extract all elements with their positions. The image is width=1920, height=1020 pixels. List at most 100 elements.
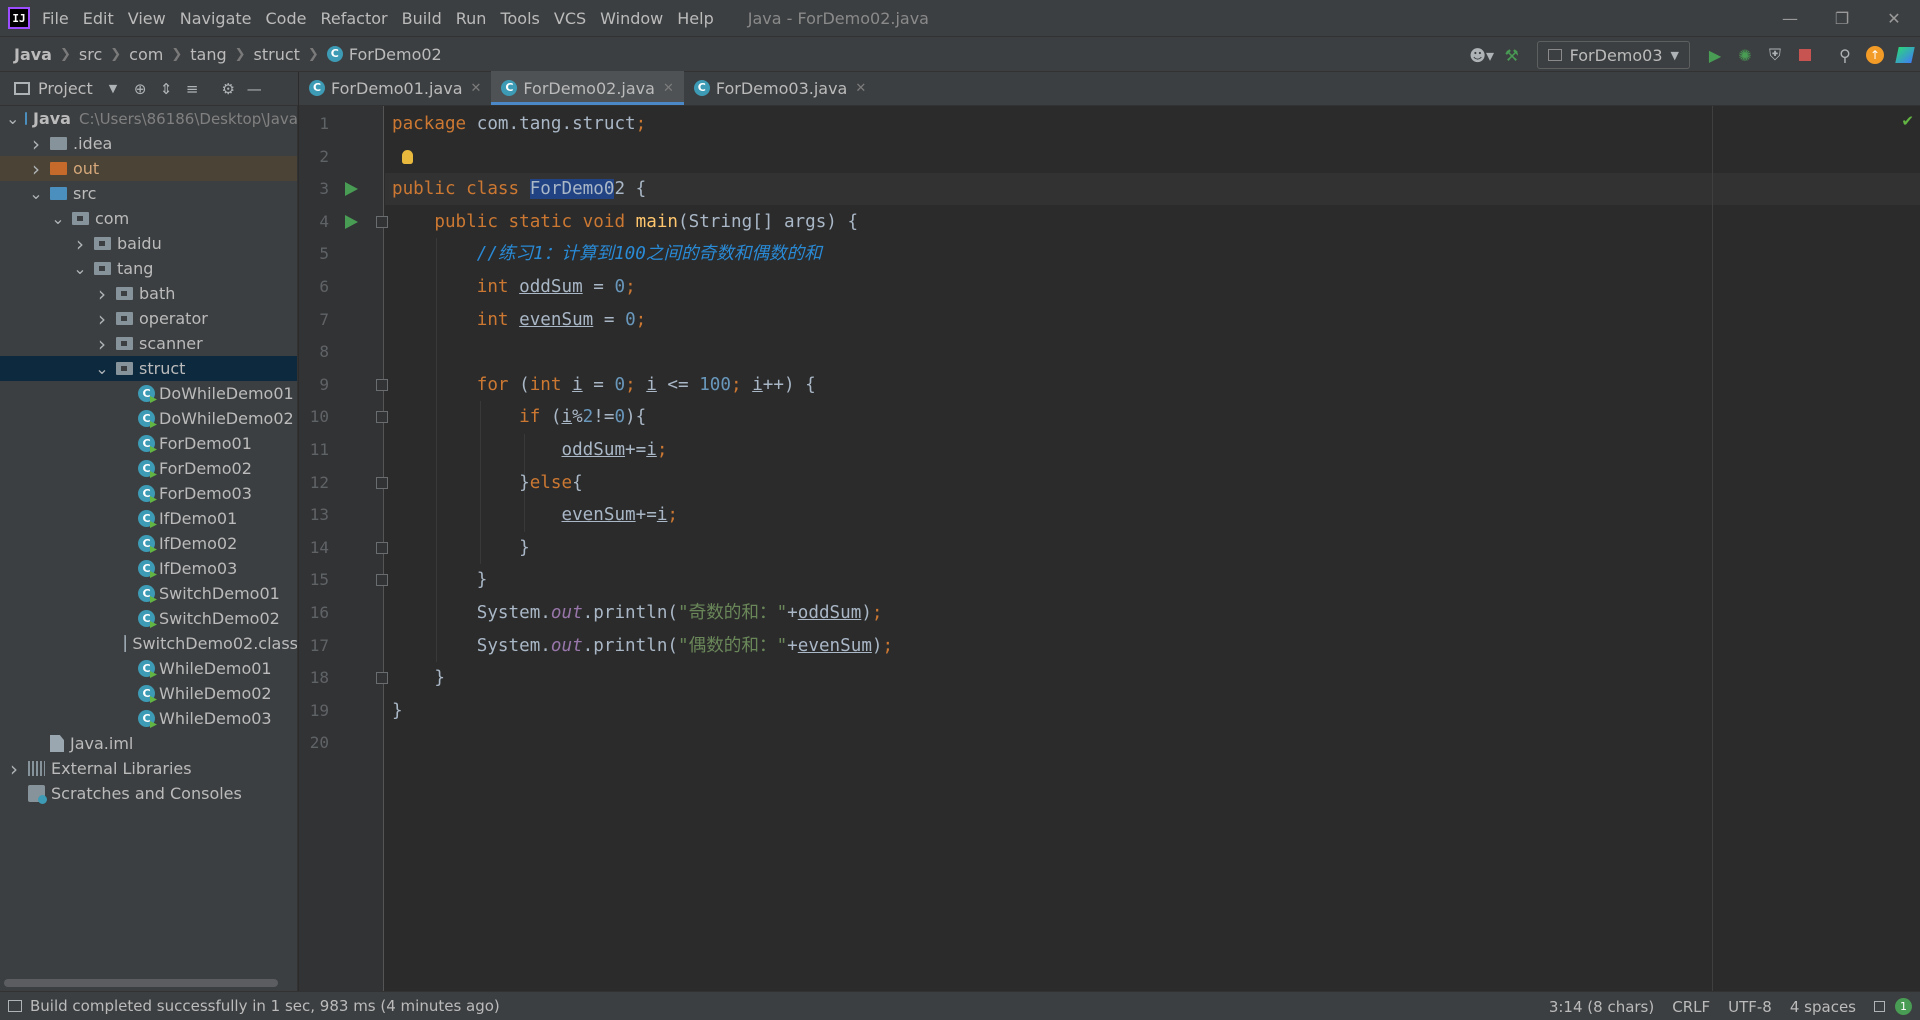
menu-view[interactable]: View: [128, 9, 166, 28]
close-icon[interactable]: ✕: [1868, 0, 1920, 36]
minimize-icon[interactable]: —: [1764, 0, 1816, 36]
chevron-right-icon[interactable]: ›: [94, 307, 110, 331]
locate-icon[interactable]: ⊕: [127, 76, 153, 102]
chevron-down-icon[interactable]: ▼: [109, 82, 117, 95]
tree-item[interactable]: › scanner: [0, 331, 297, 356]
breadcrumb-item[interactable]: src: [79, 45, 102, 64]
fold-icon[interactable]: [376, 574, 388, 587]
close-icon[interactable]: ✕: [471, 81, 482, 96]
gear-icon[interactable]: ⚙: [215, 76, 241, 102]
fold-icon[interactable]: [376, 476, 388, 489]
line-number[interactable]: 9: [299, 375, 329, 394]
line-number[interactable]: 8: [299, 342, 329, 361]
restore-icon[interactable]: ❐: [1816, 0, 1868, 36]
indent-setting[interactable]: 4 spaces: [1790, 998, 1856, 1016]
close-icon[interactable]: ✕: [855, 81, 866, 96]
line-number[interactable]: 19: [299, 701, 329, 720]
tree-item[interactable]: › bath: [0, 281, 297, 306]
caret-position[interactable]: 3:14 (8 chars): [1549, 998, 1654, 1016]
tree-item[interactable]: C IfDemo02: [0, 531, 297, 556]
fold-icon[interactable]: [376, 411, 388, 424]
menu-tools[interactable]: Tools: [500, 9, 539, 28]
line-separator[interactable]: CRLF: [1672, 998, 1710, 1016]
run-gutter-icon[interactable]: [345, 214, 358, 229]
tree-item[interactable]: ⌄ tang: [0, 256, 297, 281]
tool-window-toggle-icon[interactable]: [8, 1000, 22, 1012]
line-number[interactable]: 11: [299, 440, 329, 459]
chevron-down-icon[interactable]: ⌄: [50, 209, 66, 228]
inspection-ok-icon[interactable]: ✔: [1901, 112, 1914, 130]
breadcrumb-item[interactable]: ForDemo02: [349, 45, 442, 64]
menu-help[interactable]: Help: [677, 9, 713, 28]
chevron-right-icon[interactable]: ›: [94, 332, 110, 356]
line-number[interactable]: 20: [299, 733, 329, 752]
tree-item[interactable]: › .idea: [0, 131, 297, 156]
menu-run[interactable]: Run: [456, 9, 487, 28]
tree-item[interactable]: C WhileDemo03: [0, 706, 297, 731]
chevron-right-icon[interactable]: ›: [6, 757, 22, 781]
tree-item[interactable]: C IfDemo01: [0, 506, 297, 531]
tree-item[interactable]: C ForDemo02: [0, 456, 297, 481]
chevron-right-icon[interactable]: ›: [28, 132, 44, 156]
line-number[interactable]: 14: [299, 538, 329, 557]
tree-item[interactable]: › baidu: [0, 231, 297, 256]
build-hammer-icon[interactable]: ⚒: [1497, 40, 1527, 70]
fold-icon[interactable]: [376, 672, 388, 685]
menu-file[interactable]: File: [42, 9, 69, 28]
tree-item[interactable]: C ForDemo01: [0, 431, 297, 456]
tree-item[interactable]: Java.iml: [0, 731, 297, 756]
tree-item[interactable]: ⌄ struct: [0, 356, 297, 381]
tree-item[interactable]: ⌄ com: [0, 206, 297, 231]
tree-item[interactable]: C IfDemo03: [0, 556, 297, 581]
breadcrumb-item[interactable]: struct: [254, 45, 300, 64]
line-number[interactable]: 5: [299, 244, 329, 263]
tree-item[interactable]: C ForDemo03: [0, 481, 297, 506]
project-panel-title[interactable]: Project: [38, 79, 93, 98]
editor-tab[interactable]: C ForDemo01.java ✕: [299, 71, 491, 105]
breadcrumb-item[interactable]: tang: [190, 45, 226, 64]
lock-icon[interactable]: [1874, 1001, 1885, 1012]
tree-item[interactable]: C SwitchDemo02: [0, 606, 297, 631]
stop-icon[interactable]: [1790, 40, 1820, 70]
line-number[interactable]: 13: [299, 505, 329, 524]
tree-item[interactable]: Scratches and Consoles: [0, 781, 297, 806]
tree-item[interactable]: › out: [0, 156, 297, 181]
close-icon[interactable]: ✕: [663, 81, 674, 96]
line-number[interactable]: 15: [299, 570, 329, 589]
file-encoding[interactable]: UTF-8: [1728, 998, 1772, 1016]
menu-vcs[interactable]: VCS: [554, 9, 586, 28]
update-icon[interactable]: ↑: [1860, 40, 1890, 70]
breadcrumb-item[interactable]: com: [129, 45, 163, 64]
fold-icon[interactable]: [376, 378, 388, 391]
debug-icon[interactable]: ✺: [1730, 40, 1760, 70]
menu-build[interactable]: Build: [402, 9, 442, 28]
menu-navigate[interactable]: Navigate: [180, 9, 252, 28]
tree-item[interactable]: C DoWhileDemo02: [0, 406, 297, 431]
user-icon[interactable]: ☻▾: [1467, 40, 1497, 70]
tree-item[interactable]: C WhileDemo01: [0, 656, 297, 681]
chevron-right-icon[interactable]: ›: [72, 232, 88, 256]
collapse-all-icon[interactable]: ≡: [179, 76, 205, 102]
run-config-selector[interactable]: ForDemo03 ▼: [1536, 41, 1690, 69]
toolbox-icon[interactable]: [1890, 40, 1920, 70]
status-message[interactable]: Build completed successfully in 1 sec, 9…: [30, 997, 500, 1015]
chevron-down-icon[interactable]: ⌄: [28, 184, 44, 203]
tree-item[interactable]: SwitchDemo02.class: [0, 631, 297, 656]
intention-bulb-icon[interactable]: [402, 150, 413, 164]
chevron-down-icon[interactable]: ⌄: [6, 109, 19, 128]
tree-item[interactable]: C SwitchDemo01: [0, 581, 297, 606]
line-number[interactable]: 12: [299, 473, 329, 492]
tree-item[interactable]: C WhileDemo02: [0, 681, 297, 706]
coverage-icon[interactable]: ⛨: [1760, 40, 1790, 70]
fold-icon[interactable]: [376, 215, 388, 228]
line-number[interactable]: 16: [299, 603, 329, 622]
search-icon[interactable]: ⚲: [1830, 40, 1860, 70]
notifications-badge[interactable]: 1: [1895, 998, 1912, 1015]
expand-all-icon[interactable]: ⇕: [153, 76, 179, 102]
line-number[interactable]: 1: [299, 114, 329, 133]
run-gutter-icon[interactable]: [345, 182, 358, 197]
chevron-down-icon[interactable]: ⌄: [72, 259, 88, 278]
horizontal-scrollbar[interactable]: [4, 979, 278, 987]
menu-code[interactable]: Code: [266, 9, 307, 28]
line-number[interactable]: 4: [299, 212, 329, 231]
